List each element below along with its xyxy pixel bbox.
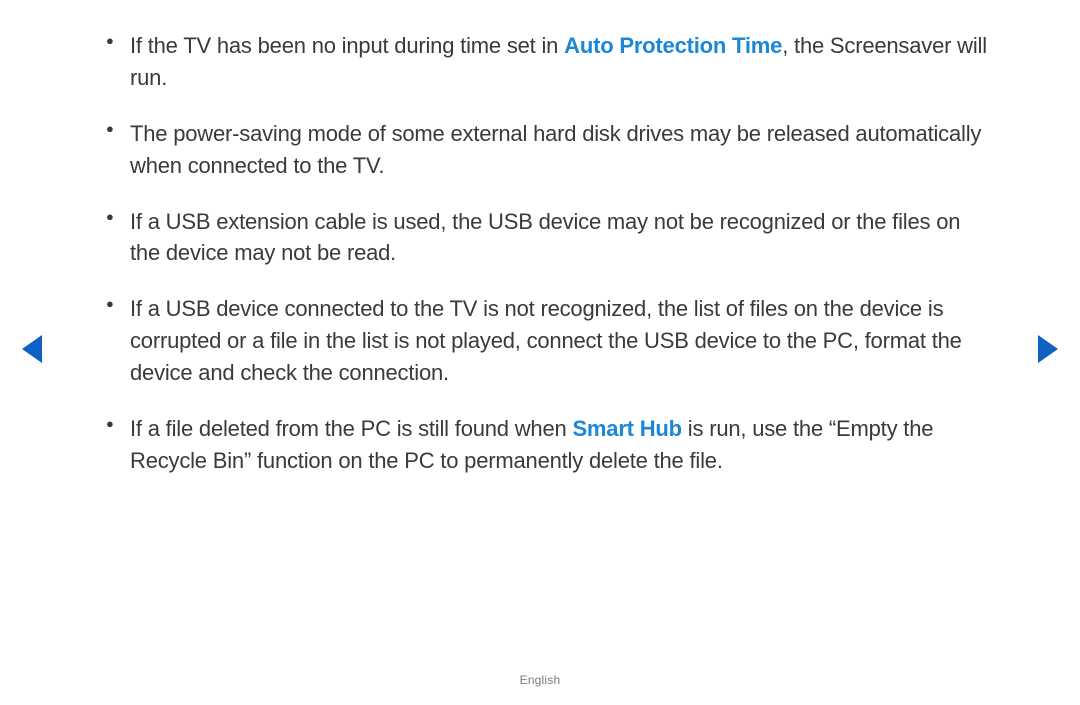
list-item: If a USB device connected to the TV is n…	[130, 293, 990, 389]
document-content: If the TV has been no input during time …	[0, 0, 1080, 477]
nav-next-button[interactable]	[1038, 335, 1058, 363]
text-segment: If the TV has been no input during time …	[130, 33, 564, 58]
text-segment: If a USB extension cable is used, the US…	[130, 209, 960, 266]
bullet-list: If the TV has been no input during time …	[130, 30, 990, 477]
highlight-text: Auto Protection Time	[564, 33, 782, 58]
text-segment: If a USB device connected to the TV is n…	[130, 296, 962, 385]
list-item: If a USB extension cable is used, the US…	[130, 206, 990, 270]
footer-language: English	[0, 673, 1080, 687]
list-item: The power-saving mode of some external h…	[130, 118, 990, 182]
list-item: If a file deleted from the PC is still f…	[130, 413, 990, 477]
nav-prev-button[interactable]	[22, 335, 42, 363]
text-segment: The power-saving mode of some external h…	[130, 121, 981, 178]
list-item: If the TV has been no input during time …	[130, 30, 990, 94]
text-segment: If a file deleted from the PC is still f…	[130, 416, 572, 441]
highlight-text: Smart Hub	[572, 416, 681, 441]
